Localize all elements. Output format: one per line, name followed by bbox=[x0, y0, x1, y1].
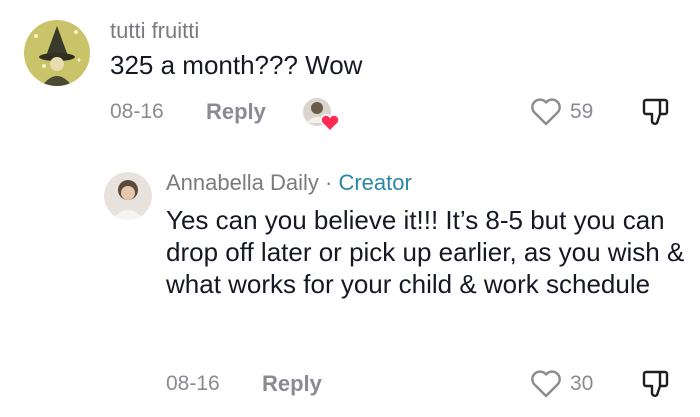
reply-button[interactable]: Reply bbox=[206, 99, 266, 125]
comment-author[interactable]: tutti fruitti bbox=[110, 18, 199, 44]
comment-date: 08-16 bbox=[110, 100, 164, 123]
reply-text: Yes can you believe it!!! It’s 8-5 but y… bbox=[166, 205, 685, 299]
like-count: 30 bbox=[570, 372, 594, 395]
user-avatar-icon bbox=[104, 172, 152, 220]
avatar[interactable] bbox=[104, 172, 152, 220]
creator-badge: Creator bbox=[338, 170, 412, 195]
reply-author-row: Annabella Daily · Creator bbox=[166, 170, 412, 196]
reply-button[interactable]: Reply bbox=[262, 371, 322, 397]
like-count: 59 bbox=[570, 100, 594, 123]
creator-liked-heart-icon bbox=[303, 98, 340, 133]
thumbs-down-icon bbox=[642, 370, 669, 397]
reply-author[interactable]: Annabella Daily bbox=[166, 170, 319, 195]
comment-text: 325 a month??? Wow bbox=[110, 50, 363, 80]
thumbs-down-icon bbox=[642, 98, 669, 125]
dislike-button[interactable] bbox=[640, 96, 672, 128]
dislike-button[interactable] bbox=[640, 368, 672, 400]
reply-date: 08-16 bbox=[166, 372, 220, 395]
creator-liked-badge bbox=[300, 95, 342, 133]
like-button[interactable] bbox=[530, 98, 562, 126]
heart-outline-icon bbox=[531, 370, 561, 398]
avatar[interactable] bbox=[24, 20, 90, 86]
like-button[interactable] bbox=[530, 370, 562, 398]
separator: · bbox=[325, 170, 333, 195]
heart-outline-icon bbox=[531, 98, 561, 126]
witch-avatar-icon bbox=[24, 20, 90, 86]
